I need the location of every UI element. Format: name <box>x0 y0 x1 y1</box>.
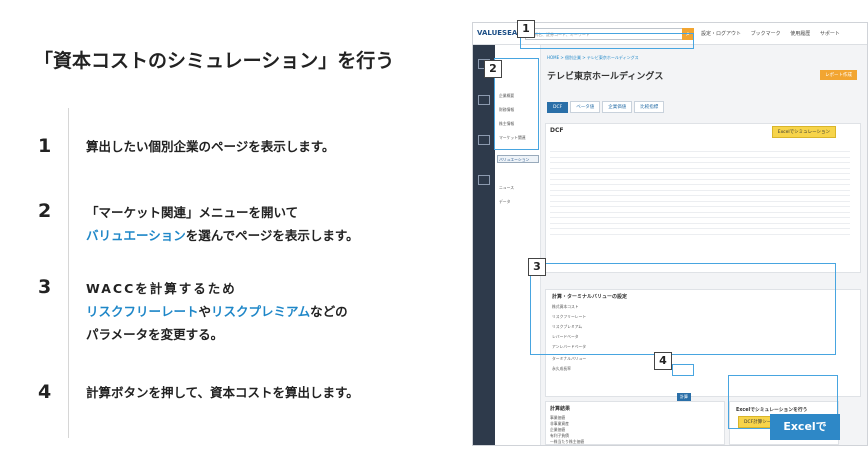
callout-4-number: 4 <box>654 352 672 370</box>
wacc-row-growth: 永久成長率 <box>552 366 571 371</box>
step-3-number: 3 <box>38 276 52 298</box>
callout-1-frame <box>520 33 694 49</box>
step-4-text: 計算ボタンを押して、資本コストを算出します。 <box>86 381 359 404</box>
result-panel: 計算結果 事業価値 非事業資産 企業価値 有利子負債 一株当たり株主価値 <box>545 401 725 445</box>
wacc-row-terminal-value: ターミナルバリュー <box>552 356 587 361</box>
step-1-line1: 算出したい個別企業のページを表示します。 <box>86 139 335 154</box>
top-link-support[interactable]: サポート <box>820 31 840 37</box>
step-3-highlight-1: リスクフリーレート <box>86 304 199 319</box>
step-3-highlight-2: リスクプレミアム <box>211 304 311 319</box>
top-link-bookmark[interactable]: ブックマーク <box>751 31 781 37</box>
callout-1-number: 1 <box>517 20 535 38</box>
submenu-item-data[interactable]: データ <box>499 199 510 205</box>
step-3-line2-rest: などの <box>310 304 348 319</box>
step-2-line2-rest: を選んでページを表示します。 <box>185 228 359 243</box>
chart-icon[interactable] <box>478 135 490 145</box>
submenu-item-news[interactable]: ニュース <box>499 185 514 191</box>
company-name: テレビ東京ホールディングス <box>547 72 664 82</box>
report-button[interactable]: レポート作成 <box>820 70 857 80</box>
callout-2-number: 2 <box>484 60 502 78</box>
app-sidebar <box>473 45 495 445</box>
dcf-panel: DCF Excelでシミュレーション <box>545 123 861 273</box>
top-links: 設定・ログアウト ブックマーク 使用履歴 サポート <box>701 30 848 37</box>
step-3-line2-mid: や <box>198 304 212 319</box>
step-4-number: 4 <box>38 381 52 403</box>
callout-4-frame <box>672 364 694 376</box>
step-3-line2: リスクフリーレートやリスクプレミアムなどの <box>86 300 348 323</box>
tab-beta[interactable]: ベータ値 <box>570 101 601 113</box>
top-link-settings[interactable]: 設定・ログアウト <box>701 31 741 37</box>
step-4-line1: 計算ボタンを押して、資本コストを算出します。 <box>86 385 359 400</box>
step-2-line1: 「マーケット関連」メニューを開いて <box>86 205 299 220</box>
callout-3-frame <box>530 263 836 355</box>
result-row-per-share: 一株当たり株主価値 <box>550 439 585 444</box>
calc-button[interactable]: 計算 <box>677 393 691 401</box>
excel-sim-button[interactable]: Excelでシミュレーション <box>771 126 836 138</box>
steps-divider <box>68 108 69 438</box>
step-1-number: 1 <box>38 135 52 157</box>
step-3-line3: パラメータを変更する。 <box>86 327 224 342</box>
step-2-text: 「マーケット関連」メニューを開いて バリュエーションを選んでページを表示します。 <box>86 201 359 247</box>
dcf-table <box>550 146 850 235</box>
callout-3-number: 3 <box>528 258 546 276</box>
step-3-line1: WACCを計算するため <box>86 281 237 296</box>
step-2-highlight: バリュエーション <box>86 228 186 243</box>
tab-ev[interactable]: 企業価値 <box>602 101 633 113</box>
step-3-text: WACCを計算するため リスクフリーレートやリスクプレミアムなどの パラメータを… <box>86 277 348 346</box>
market-icon[interactable] <box>478 95 490 105</box>
top-link-history[interactable]: 使用履歴 <box>790 31 810 37</box>
submenu-item-valuation[interactable]: バリュエーション <box>499 157 529 163</box>
step-2-line2: バリュエーションを選んでページを表示します。 <box>86 224 359 247</box>
excel-badge: Excelで <box>770 414 840 440</box>
page-title: 「資本コストのシミュレーション」を行う <box>34 50 395 72</box>
tab-compare[interactable]: 比較指標 <box>634 101 665 113</box>
tools-icon[interactable] <box>478 175 490 185</box>
result-title: 計算結果 <box>550 406 571 412</box>
breadcrumb[interactable]: HOME > 個別企業 > テレビ東京ホールディングス <box>547 55 639 61</box>
tab-dcf[interactable]: DCF <box>547 102 569 113</box>
tabs: DCF ベータ値 企業価値 比較指標 <box>547 93 666 113</box>
dcf-title: DCF <box>550 127 564 134</box>
step-2-number: 2 <box>38 200 52 222</box>
step-1-text: 算出したい個別企業のページを表示します。 <box>86 135 335 158</box>
